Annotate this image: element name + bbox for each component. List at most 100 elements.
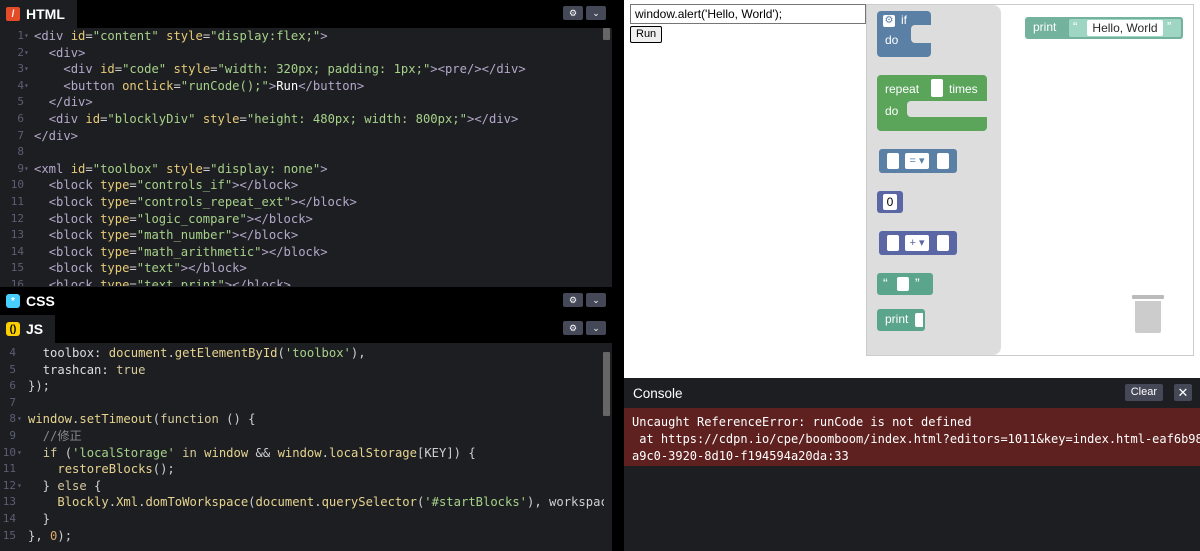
- code-text: }: [28, 511, 51, 526]
- css-collapse-button[interactable]: ⌄: [586, 293, 606, 307]
- css-editor-header: * CSS ⚙ ⌄: [0, 287, 612, 315]
- fold-toggle[interactable]: ▾: [17, 445, 22, 462]
- js-collapse-button[interactable]: ⌄: [586, 321, 606, 335]
- trash-icon[interactable]: [1132, 295, 1164, 333]
- line-number: 14: [10, 244, 24, 258]
- line-number: 10: [10, 178, 24, 192]
- code-text: trashcan: true: [42, 362, 146, 377]
- code-line[interactable]: 16 <block type="text_print"></block>: [0, 277, 604, 286]
- code-line[interactable]: 11 <block type="controls_repeat_ext"></b…: [0, 194, 604, 211]
- text-print-block[interactable]: print: [877, 309, 925, 331]
- code-line[interactable]: 4 ▾ <button onclick="runCode();">Run</but…: [0, 78, 604, 95]
- css-settings-button[interactable]: ⚙: [563, 293, 583, 307]
- code-line[interactable]: 15}, 0);: [0, 528, 604, 545]
- ws-text-block[interactable]: “ Hello, World ”: [1069, 19, 1181, 37]
- code-line[interactable]: 10 ▾ if ('localStorage' in window && wind…: [0, 445, 604, 462]
- js-settings-button[interactable]: ⚙: [563, 321, 583, 335]
- code-line[interactable]: 14 <block type="math_arithmetic"></block…: [0, 244, 604, 261]
- line-number: 15: [2, 528, 16, 542]
- code-line[interactable]: 6});: [0, 378, 604, 395]
- console-close-button[interactable]: ✕: [1174, 384, 1192, 401]
- compare-operator-dropdown[interactable]: = ▾: [905, 153, 929, 169]
- code-text: });: [28, 379, 51, 394]
- line-number: 3: [17, 62, 24, 76]
- code-line[interactable]: 10 <block type="controls_if"></block>: [0, 177, 604, 194]
- js-editor-header: () JS ⚙ ⌄: [0, 315, 612, 343]
- code-line[interactable]: 12 ▾ } else {: [0, 478, 604, 495]
- fold-toggle[interactable]: ▾: [24, 161, 29, 178]
- run-button[interactable]: Run: [630, 26, 663, 43]
- code-text: <block type="controls_if"></block>: [48, 178, 299, 193]
- html-collapse-button[interactable]: ⌄: [586, 6, 606, 20]
- gear-icon[interactable]: ⚙: [883, 15, 895, 27]
- code-line[interactable]: 4 toolbox: document.getElementById('tool…: [0, 345, 604, 362]
- code-text: restoreBlocks();: [57, 462, 175, 477]
- code-line[interactable]: 7 </div>: [0, 128, 604, 145]
- fold-toggle[interactable]: ▾: [17, 411, 22, 428]
- line-number: 8: [17, 145, 24, 159]
- js-scrollbar[interactable]: [603, 352, 610, 416]
- number-field[interactable]: 0: [883, 194, 897, 210]
- blockly-workspace[interactable]: ⚙ if do repeat times do = ▾ 0 + ▾ “ ” pr…: [866, 4, 1194, 356]
- code-line[interactable]: 5 </div>: [0, 94, 604, 111]
- repeat-block[interactable]: repeat times do: [877, 75, 987, 131]
- code-text: <button onclick="runCode();">Run</button…: [63, 78, 365, 93]
- text-field[interactable]: [897, 277, 909, 291]
- arith-operator-dropdown[interactable]: + ▾: [905, 235, 929, 251]
- code-line[interactable]: 3 ▾ <div id="code" style="width: 320px; p…: [0, 61, 604, 78]
- ws-text-field[interactable]: Hello, World: [1087, 20, 1163, 36]
- code-line[interactable]: 12 <block type="logic_compare"></block>: [0, 211, 604, 228]
- tab-js[interactable]: () JS: [0, 315, 56, 343]
- ws-quote-open: “: [1073, 19, 1078, 34]
- code-line[interactable]: 6 <div id="blocklyDiv" style="height: 48…: [0, 111, 604, 128]
- math-number-block[interactable]: 0: [877, 191, 903, 213]
- code-line[interactable]: 2 ▾ <div>: [0, 45, 604, 62]
- code-text: <block type="math_number"></block>: [48, 228, 299, 243]
- html-icon: /: [6, 7, 20, 21]
- fold-toggle[interactable]: ▾: [17, 478, 22, 495]
- code-text: <xml id="toolbox" style="display: none">: [34, 161, 328, 176]
- code-text: </div>: [34, 128, 79, 143]
- code-line[interactable]: 9 //修正: [0, 428, 604, 445]
- code-line[interactable]: 5 trashcan: true: [0, 362, 604, 379]
- console-clear-button[interactable]: Clear: [1124, 384, 1163, 401]
- line-number: 6: [17, 111, 24, 125]
- editor-pane: / HTML ⚙ ⌄ 1 ▾ <div id="content" style="di…: [0, 0, 612, 551]
- code-line[interactable]: 7: [0, 395, 604, 412]
- html-settings-button[interactable]: ⚙: [563, 6, 583, 20]
- code-line[interactable]: 8: [0, 144, 604, 161]
- line-number: 13: [2, 495, 16, 509]
- logic-compare-block[interactable]: = ▾: [879, 149, 957, 173]
- tab-css[interactable]: * CSS: [0, 287, 67, 315]
- code-text: <div id="content" style="display:flex;">: [34, 29, 328, 43]
- error-line-2: at https://cdpn.io/cpe/boomboom/index.ht…: [632, 432, 1200, 446]
- code-line[interactable]: 13 <block type="math_number"></block>: [0, 227, 604, 244]
- fold-toggle[interactable]: ▾: [24, 28, 29, 45]
- math-arithmetic-block[interactable]: + ▾: [879, 231, 957, 255]
- print-label: print: [885, 312, 909, 326]
- js-code-editor[interactable]: 4 toolbox: document.getElementById('tool…: [0, 345, 604, 551]
- code-line[interactable]: 9 ▾ <xml id="toolbox" style="display: none…: [0, 161, 604, 178]
- tab-html-label: HTML: [26, 6, 65, 22]
- code-line[interactable]: 8 ▾ window.setTimeout(function () {: [0, 411, 604, 428]
- code-text: <div id="blocklyDiv" style="height: 480p…: [48, 111, 519, 126]
- code-line[interactable]: 1 ▾ <div id="content" style="display:flex;…: [0, 28, 604, 45]
- tab-html[interactable]: / HTML: [0, 0, 77, 28]
- pane-resizer[interactable]: [612, 0, 624, 551]
- code-line[interactable]: 13 Blockly.Xml.domToWorkspace(document.q…: [0, 494, 604, 511]
- repeat-input-slot[interactable]: [931, 79, 943, 97]
- if-block[interactable]: ⚙ if do: [877, 11, 931, 57]
- code-output: window.alert('Hello, World');: [630, 4, 866, 24]
- workspace-print-block[interactable]: print “ Hello, World ”: [1025, 17, 1183, 39]
- code-line[interactable]: 11 restoreBlocks();: [0, 461, 604, 478]
- fold-toggle[interactable]: ▾: [24, 45, 29, 62]
- code-line[interactable]: 15 <block type="text"></block>: [0, 260, 604, 277]
- js-icon: (): [6, 322, 20, 336]
- fold-toggle[interactable]: ▾: [24, 78, 29, 95]
- text-block[interactable]: “ ”: [877, 273, 933, 295]
- html-code-editor[interactable]: 1 ▾ <div id="content" style="display:flex;…: [0, 28, 604, 286]
- fold-toggle[interactable]: ▾: [24, 61, 29, 78]
- html-scrollbar[interactable]: [603, 28, 610, 40]
- line-number: 14: [2, 511, 16, 525]
- code-line[interactable]: 14 }: [0, 511, 604, 528]
